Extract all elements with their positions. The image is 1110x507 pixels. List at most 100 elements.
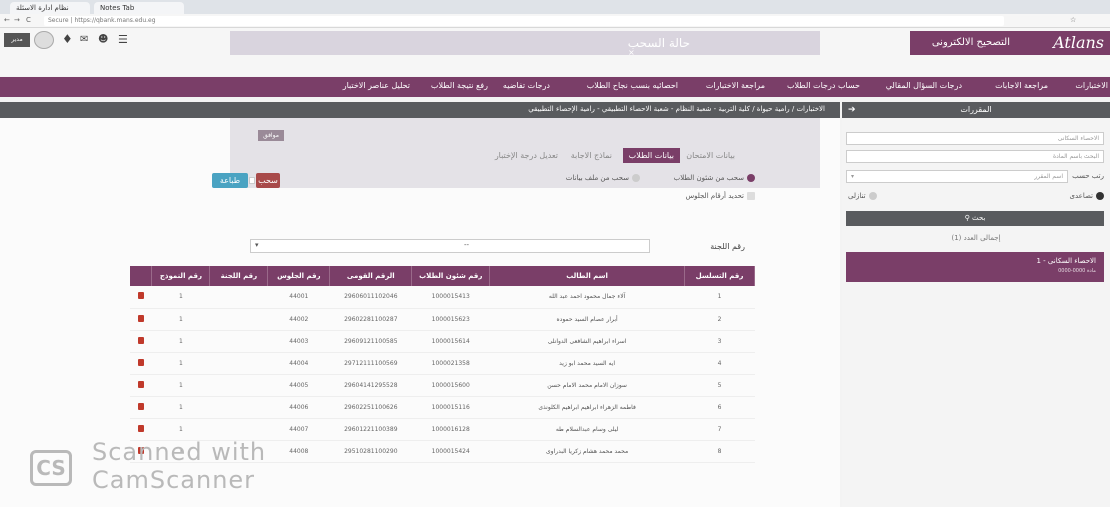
checkbox-icon [747,192,755,200]
tab-answer-models[interactable]: نماذج الاجابة [571,148,612,163]
nav-item-compute-grades[interactable]: حساب درجات الطلاب [787,81,860,90]
breadcrumb-text[interactable]: الاختبارات / رامية حيواة / كلية التربية … [528,105,825,113]
cell-committee [209,286,268,309]
column-header-model: رقم النموذج [151,266,211,286]
radio-from-affairs[interactable]: سحب من شئون الطلاب [674,174,755,182]
table-header-row: رقم النموذج رقم اللجنة رقم الجلوس الرقم … [130,266,756,286]
trash-icon[interactable] [137,402,144,410]
camscanner-watermark: CS Scanned with CamScanner [30,438,310,498]
table-row[interactable]: 1 44005 29604141295528 1000015600 سوزان الام… [130,374,755,397]
ok-button[interactable]: موافق [258,130,284,141]
course-card[interactable]: 1 - الاحصاء السكانى 0000-0000 مادة [846,252,1104,282]
sort-select[interactable]: ▾ اسم المقرر [846,170,1068,183]
search-label: بحث [972,214,986,222]
chevron-down-icon: ▾ [255,241,259,249]
back-icon[interactable]: ← [4,16,10,24]
table-row[interactable]: 1 44004 29712111100569 1000021358 ايه السيد … [130,352,755,375]
committee-select[interactable]: ▾ -- [250,239,650,253]
cell-seq: 2 [684,308,755,331]
user-badge[interactable]: مدير [4,33,30,47]
print-button[interactable]: طباعة [212,173,248,188]
cell-committee [209,352,268,375]
course-card-title: 1 - الاحصاء السكانى [1036,257,1096,265]
star-icon[interactable]: ☆ [1070,16,1076,24]
radio-from-file[interactable]: سحب من ملف بيانات [566,174,640,182]
cell-seq: 1 [684,286,755,309]
mail-icon[interactable]: ✉ [80,34,88,45]
radio-label: سحب من ملف بيانات [565,174,629,182]
trash-icon[interactable] [137,424,144,432]
cell-model: 1 [151,330,210,353]
browser-tab[interactable]: نظام ادارة الاسئلة [10,2,90,14]
cell-affairs-no: 1000015116 [411,396,490,419]
notification-icon[interactable]: ♦ [62,32,73,46]
pull-button[interactable]: سحب [256,173,280,188]
column-header-actions [130,266,153,286]
print-checkbox[interactable] [249,177,255,184]
nav-item-exams[interactable]: الاختبارات [1075,81,1108,90]
camscanner-logo: CS [30,450,72,486]
table-row[interactable]: 1 44006 29602251100626 1000015116 فاطمه الزه… [130,396,755,419]
nav-item-review-answers[interactable]: مراجعة الاجابات [995,81,1048,90]
radio-unchecked-icon [632,174,640,182]
arrow-right-icon[interactable]: ➔ [848,102,856,118]
menu-icon[interactable]: ☰ [118,33,128,46]
radio-label: تنازلى [848,192,866,200]
trash-icon[interactable] [137,292,144,300]
column-header-student-name: اسم الطالب [489,266,685,286]
nav-item-pass-stats[interactable]: احصائيه بنسب نجاح الطلاب [587,81,678,90]
cell-student-name: أبرار عصام السيد حموده [489,308,685,331]
search-button[interactable]: ⚲ بحث [846,211,1104,226]
cell-national-id: 29601221100389 [329,418,412,441]
dialog-title-bar: × حالة السحب [230,31,820,57]
cell-national-id: 29510281100290 [329,440,412,463]
tab-edit-grade[interactable]: تعديل درجة الإختبار [495,148,558,163]
browser-tab[interactable]: Notes Tab [94,2,184,14]
breadcrumb: الاختبارات / رامية حيواة / كلية التربية … [0,102,840,118]
nav-item-upload-results[interactable]: رفع نتيجة الطلاب [431,81,488,90]
radio-label: سحب من شئون الطلاب [673,174,744,182]
nav-item-essay-grades[interactable]: درجات السؤال المقالي [886,81,962,90]
students-table: رقم النموذج رقم اللجنة رقم الجلوس الرقم … [130,266,756,463]
cell-actions [130,330,152,353]
chevron-down-icon: ▾ [851,173,855,180]
trash-icon[interactable] [137,336,144,344]
radio-asc[interactable]: تصاعدى [1070,192,1104,200]
nav-item-item-analysis[interactable]: تحليل عناصر الاختبار [343,81,410,90]
cell-seq: 8 [684,440,755,463]
table-row[interactable]: 1 44003 29609121100585 1000015614 اسراء ابرا… [130,330,755,353]
table-row[interactable]: 1 44001 29606011102046 1000015413 آلاء جمال … [130,286,755,309]
nav-item-differential-grades[interactable]: درجات تفاضيه [503,81,550,90]
radio-desc[interactable]: تنازلى [848,192,877,200]
table-row[interactable]: 1 44002 29602281100287 1000015623 أبرار عصام… [130,308,755,331]
checkbox-seat-numbers[interactable]: تحديد أرقام الجلوس [686,192,755,200]
url-field[interactable]: Secure | https://qbank.mans.edu.eg [44,16,1004,26]
cell-affairs-no: 1000021358 [411,352,490,375]
course-name-search[interactable]: البحث باسم المادة [846,150,1104,163]
column-header-affairs-no: رقم شئون الطلاب [411,266,491,286]
tab-exam-data[interactable]: بيانات الامتحان [686,148,735,163]
courses-panel: ➔ المقررات الاحصاء السكانى البحث باسم ال… [842,102,1110,507]
url-text: https://qbank.mans.edu.eg [74,17,156,24]
trash-icon[interactable] [137,358,144,366]
cell-model: 1 [151,352,210,375]
tab-students-data[interactable]: بيانات الطلاب [622,148,680,163]
trash-icon[interactable] [137,380,144,388]
reload-icon[interactable]: C [26,16,31,24]
cell-seat: 44003 [267,330,330,353]
forward-icon[interactable]: → [14,16,20,24]
nav-item-review-exams[interactable]: مراجعة الاختبارات [706,81,765,90]
cell-seat: 44006 [267,396,330,419]
cell-actions [130,418,152,441]
cell-actions [130,352,152,375]
avatar[interactable] [34,31,54,49]
course-input[interactable]: الاحصاء السكانى [846,132,1104,145]
users-icon[interactable]: ☻ [98,34,108,45]
cell-seat: 44005 [267,374,330,397]
column-header-seat: رقم الجلوس [267,266,331,286]
table-row[interactable]: 1 44007 29601221100389 1000016128 ليلى وسام … [130,418,755,441]
cell-national-id: 29609121100585 [329,330,412,353]
trash-icon[interactable] [137,314,144,322]
cell-committee [209,418,268,441]
cell-affairs-no: 1000015600 [411,374,490,397]
